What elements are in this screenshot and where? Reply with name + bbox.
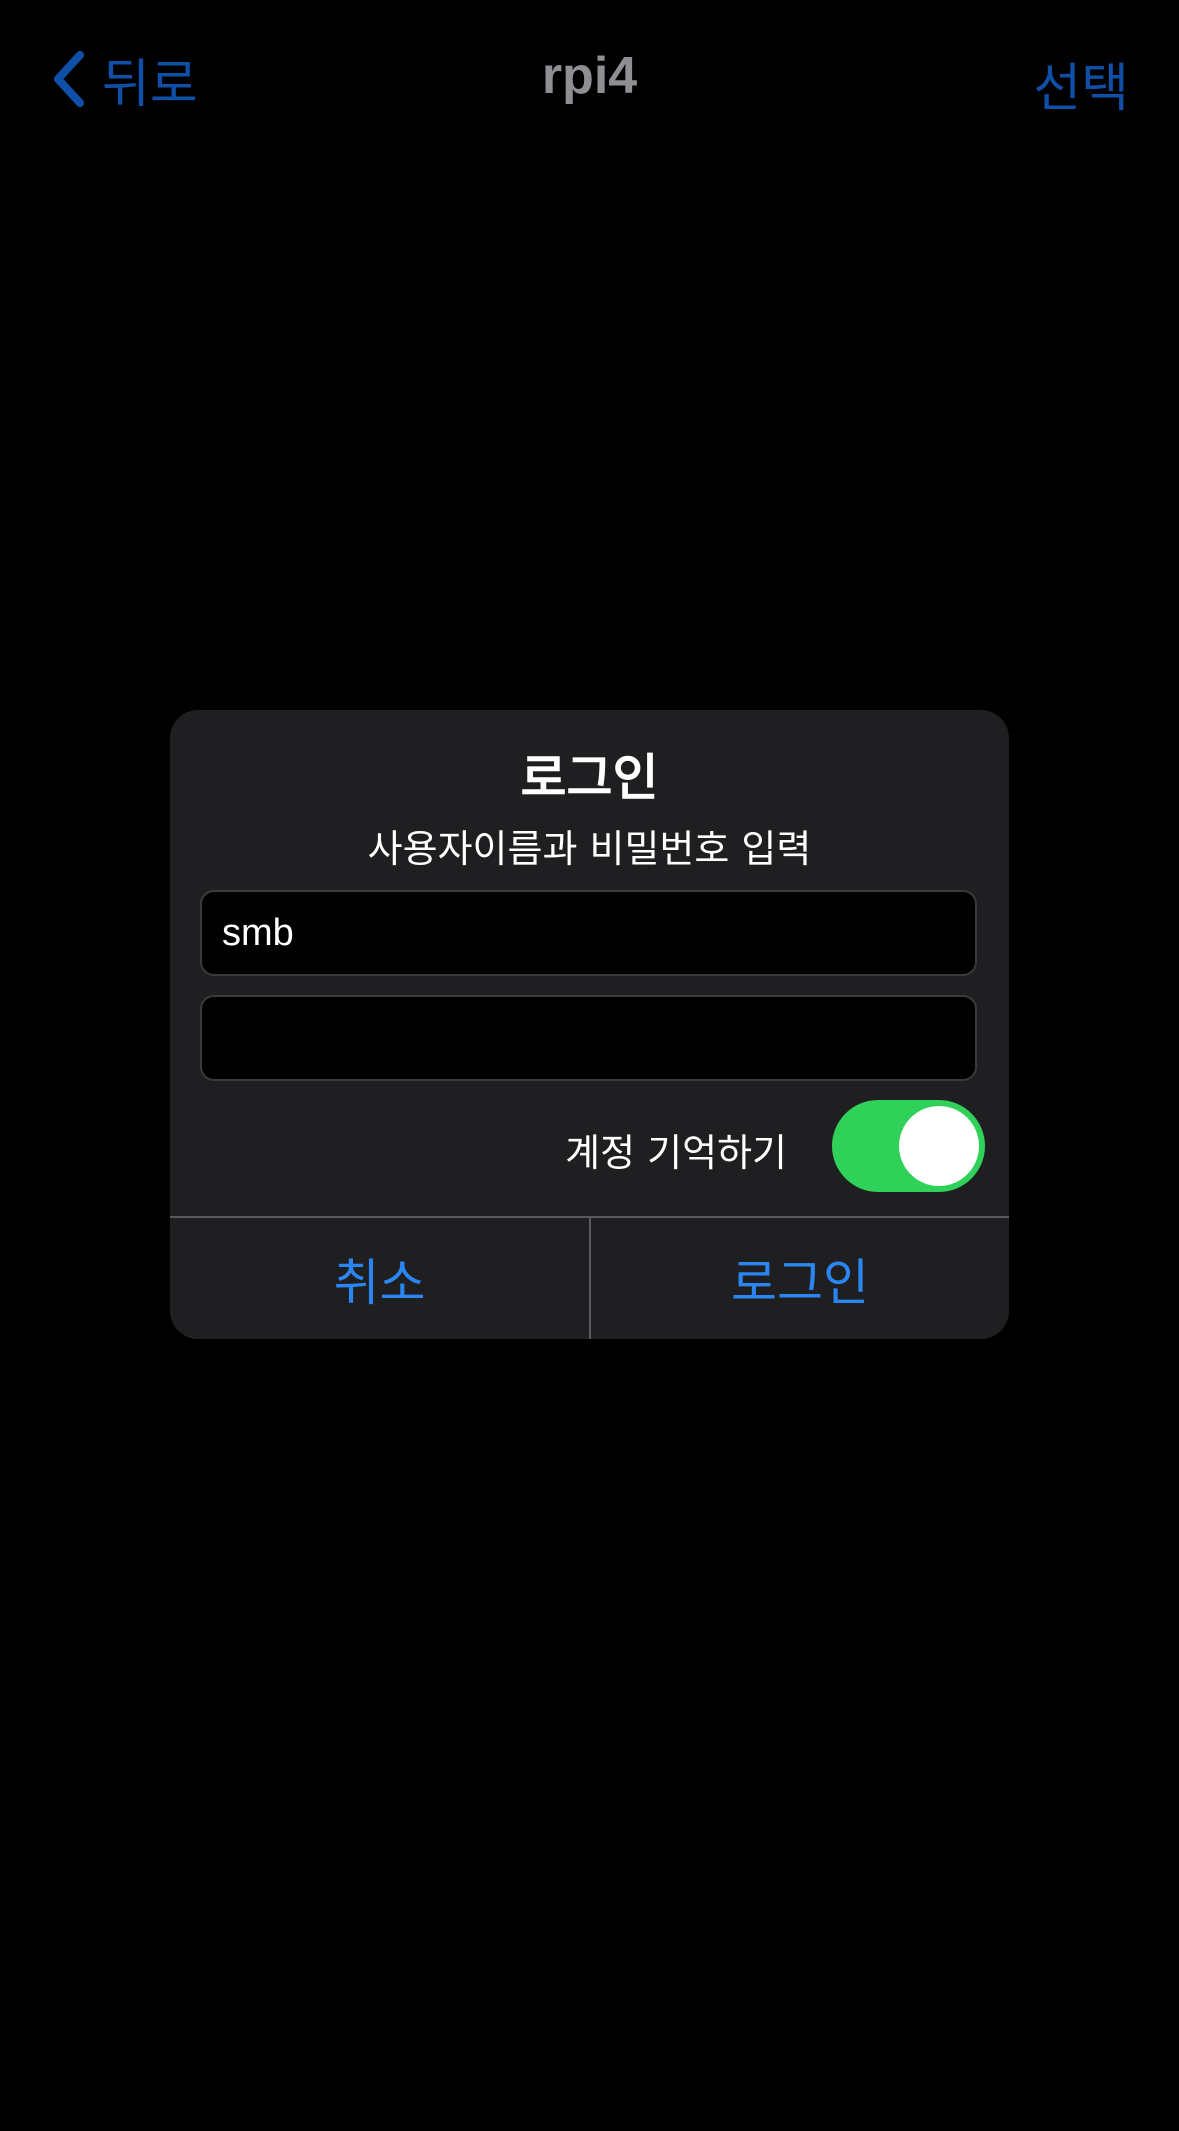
login-button[interactable]: 로그인 (591, 1218, 1009, 1339)
dialog-title: 로그인 (520, 749, 659, 807)
username-value: smb (222, 911, 294, 954)
dialog-message: 사용자이름과 비밀번호 입력 (367, 827, 812, 871)
remember-account-toggle[interactable] (832, 1100, 985, 1192)
login-dialog: 로그인 사용자이름과 비밀번호 입력 smb 계정 기억하기 취소 로그인 (170, 710, 1009, 1339)
cancel-button[interactable]: 취소 (170, 1218, 589, 1339)
username-field[interactable]: smb (200, 890, 977, 976)
password-field[interactable] (200, 995, 977, 1081)
remember-account-label: 계정 기억하기 (565, 1131, 787, 1175)
toggle-knob (899, 1106, 979, 1186)
select-button[interactable]: 선택 (1033, 46, 1129, 121)
page-title: rpi4 (541, 47, 638, 105)
navigation-bar: 뒤로 rpi4 선택 (0, 0, 1179, 160)
